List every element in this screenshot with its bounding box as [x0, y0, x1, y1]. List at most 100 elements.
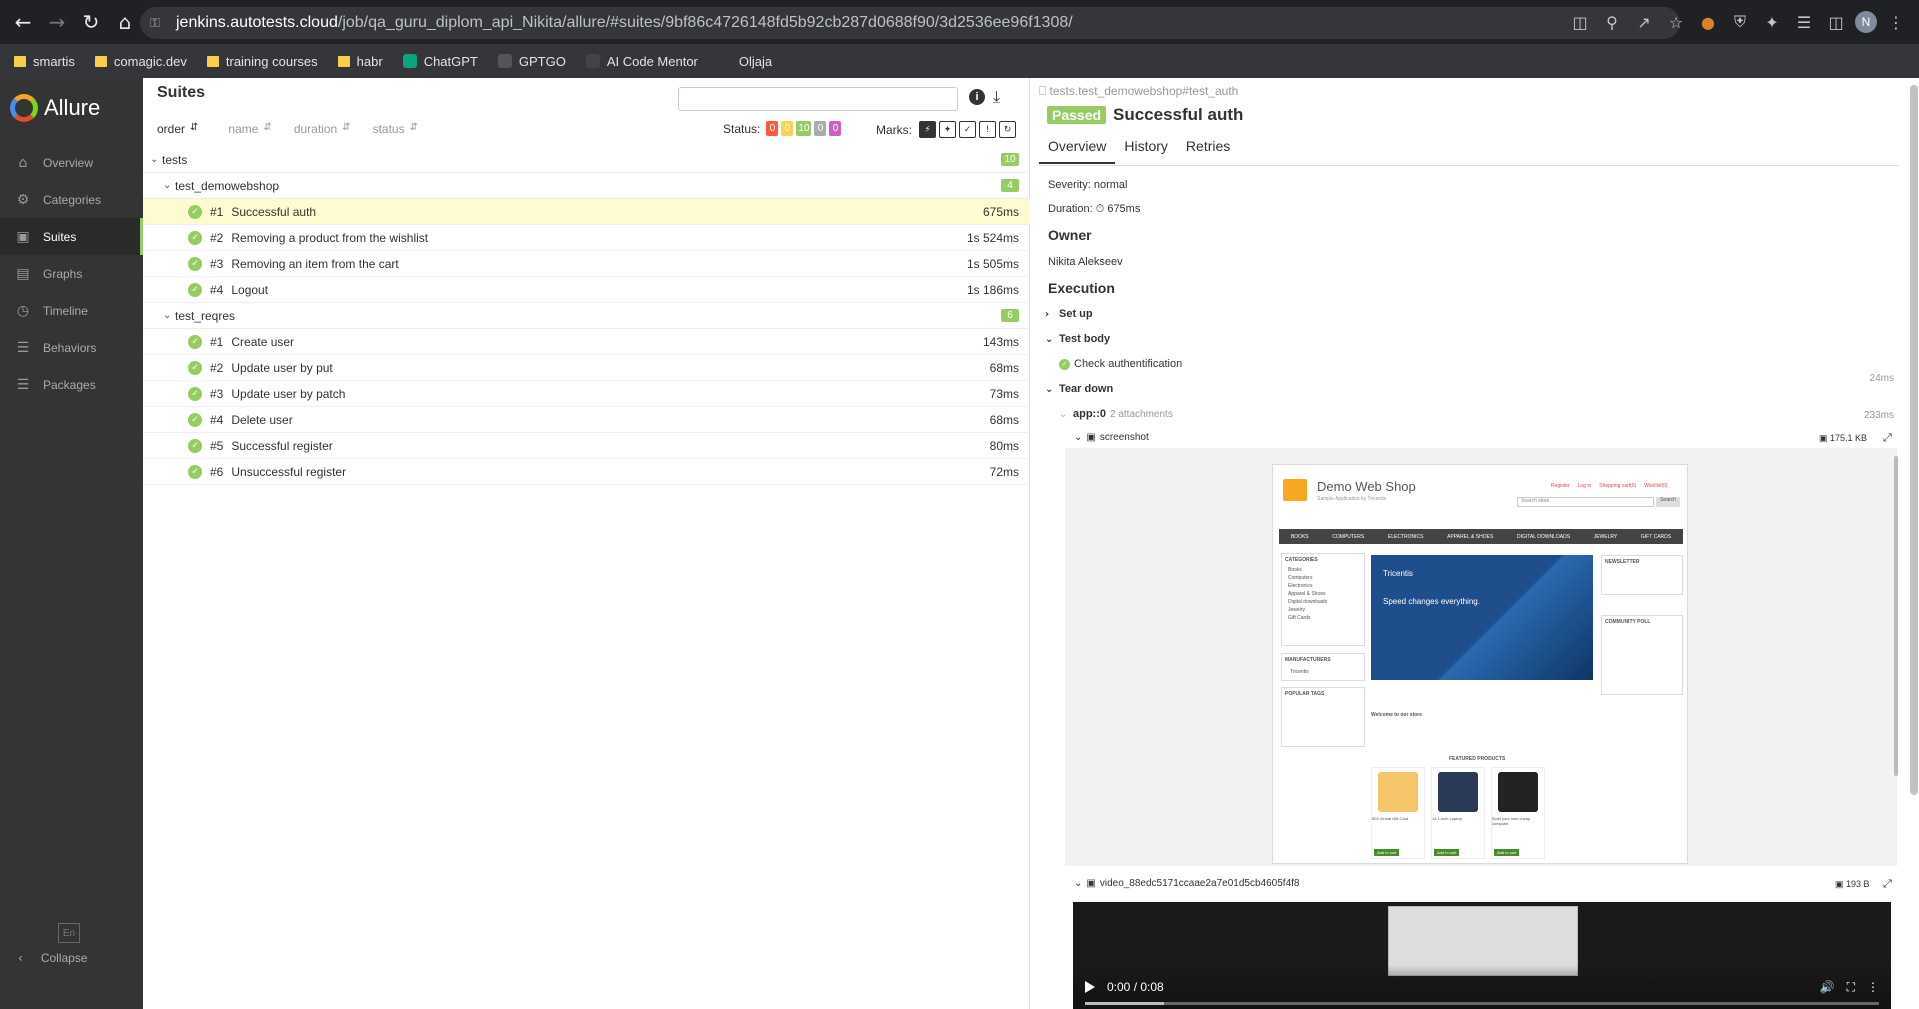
side-panel-icon[interactable]: ◫ — [1823, 8, 1849, 36]
test-row[interactable]: ✓ #3 Removing an item from the cart 1s 505m… — [143, 251, 1030, 277]
collapse-button[interactable]: ‹ Collapse — [18, 951, 88, 965]
new-passed-mark-icon[interactable]: ✓ — [959, 121, 976, 138]
cookie-extension-icon[interactable]: ● — [1695, 8, 1721, 36]
bookmark-star-icon[interactable]: ☆ — [1663, 8, 1689, 36]
video-player[interactable]: 0:00 / 0:08 🔊 ⛶ ⋮ — [1073, 902, 1891, 1009]
flaky-mark-icon[interactable]: ⚡ — [919, 121, 936, 138]
language-switch[interactable]: En — [58, 923, 80, 943]
test-row[interactable]: ✓ #3 Update user by patch 73ms — [143, 381, 1030, 407]
test-row[interactable]: ✓ #2 Removing a product from the wishlist 1… — [143, 225, 1030, 251]
breadcrumb[interactable]: ⎕ tests.test_demowebshop#test_auth — [1039, 84, 1238, 99]
retries-mark-icon[interactable]: ↻ — [999, 121, 1016, 138]
sort-status[interactable]: status ⇵ — [373, 122, 418, 136]
download-icon[interactable]: ⤓ — [993, 87, 1000, 107]
test-duration: 1s 186ms — [966, 282, 1019, 297]
sidebar-item-suites[interactable]: ▣ Suites — [0, 218, 143, 255]
shop-category: Books — [1288, 567, 1302, 573]
test-number: #2 — [210, 360, 224, 375]
bookmark-item[interactable]: Oljaja — [718, 54, 772, 69]
allure-logo[interactable]: Allure — [0, 78, 143, 138]
sort-order[interactable]: order ⇵ — [157, 122, 198, 136]
test-body-step[interactable]: ⌄ Test body — [1045, 333, 1110, 345]
profile-avatar[interactable]: N — [1855, 11, 1877, 33]
shop-category: Gift Cards — [1288, 615, 1311, 621]
folder-icon — [94, 55, 107, 67]
status-count-badge[interactable]: 0 — [829, 121, 842, 136]
sidebar-item-behaviors[interactable]: ☰ Behaviors — [0, 329, 143, 366]
volume-icon[interactable]: 🔊 — [1820, 980, 1835, 994]
reading-list-icon[interactable]: ☰ — [1791, 8, 1817, 36]
video-attachment[interactable]: ⌄ ▣ video_88edc5171ccaae2a7e01d5cb4605f4… — [1074, 878, 1299, 889]
info-icon[interactable]: i — [969, 89, 985, 105]
tab-retries[interactable]: Retries — [1177, 132, 1239, 164]
test-row[interactable]: ✓ #6 Unsuccessful register 72ms — [143, 459, 1030, 485]
scrollbar[interactable] — [1894, 456, 1898, 776]
app-step[interactable]: ⌄ app::0 2 attachments — [1059, 408, 1173, 420]
expand-icon[interactable]: ⤢ — [1883, 878, 1892, 891]
sidebar-item-categories[interactable]: ⚙ Categories — [0, 181, 143, 218]
sidebar-item-overview[interactable]: ⌂ Overview — [0, 144, 143, 181]
bookmark-item[interactable]: smartis — [14, 54, 75, 69]
home-icon[interactable]: ⌂ — [108, 5, 142, 39]
suite-group[interactable]: ⌄ test_demowebshop 4 — [143, 173, 1030, 199]
test-row[interactable]: ✓ #4 Logout 1s 186ms — [143, 277, 1030, 303]
tab-overview[interactable]: Overview — [1039, 132, 1116, 164]
sidebar-item-packages[interactable]: ☰ Packages — [0, 366, 143, 403]
sidebar-item-graphs[interactable]: ▤ Graphs — [0, 255, 143, 292]
zoom-icon[interactable]: ⚲ — [1599, 8, 1625, 36]
suite-group[interactable]: ⌄ test_reqres 6 — [143, 303, 1030, 329]
page-scrollbar[interactable] — [1910, 85, 1918, 795]
brand-name: Allure — [44, 95, 101, 120]
screenshot-attachment[interactable]: ⌄ ▣ screenshot — [1074, 432, 1149, 443]
sidebar-item-timeline[interactable]: ◷ Timeline — [0, 292, 143, 329]
check-auth-step[interactable]: ✓ Check authentification — [1059, 358, 1182, 370]
bookmark-item[interactable]: ChatGPT — [402, 54, 478, 69]
test-row[interactable]: ✓ #1 Successful auth 675ms — [143, 199, 1030, 225]
video-progress[interactable] — [1085, 1002, 1879, 1005]
bookmark-item[interactable]: habr — [337, 54, 383, 69]
reload-icon[interactable]: ↻ — [74, 5, 108, 39]
copy-icon[interactable]: ⎕ — [1039, 84, 1046, 98]
shop-banner-brand: Tricentis — [1383, 569, 1413, 578]
extensions-puzzle-icon[interactable]: ✦ — [1759, 8, 1785, 36]
tab-history[interactable]: History — [1115, 132, 1177, 164]
screenshot-preview[interactable]: Demo Web Shop Sample Application by Tric… — [1065, 448, 1897, 866]
bookmark-item[interactable]: AI Code Mentor — [585, 54, 698, 69]
search-input[interactable] — [678, 87, 958, 111]
passed-icon: ✓ — [188, 282, 202, 297]
bookmark-item[interactable]: GPTGO — [497, 53, 566, 69]
bookmark-item[interactable]: comagic.dev — [94, 54, 187, 69]
status-count-badge[interactable]: 0 — [814, 121, 827, 136]
address-bar[interactable]: ⚿ jenkins.autotests.cloud /job/qa_guru_d… — [140, 7, 1680, 39]
bookmark-label: GPTGO — [518, 53, 566, 69]
menu-kebab-icon[interactable]: ⋮ — [1883, 8, 1909, 36]
test-row[interactable]: ✓ #5 Successful register 80ms — [143, 433, 1030, 459]
test-row[interactable]: ✓ #1 Create user 143ms — [143, 329, 1030, 355]
play-icon[interactable] — [1085, 981, 1095, 993]
translate-icon[interactable]: ◫ — [1567, 8, 1593, 36]
share-icon[interactable]: ↗ — [1631, 8, 1657, 36]
shield-extension-icon[interactable]: ⛨ — [1727, 8, 1753, 36]
teardown-step[interactable]: ⌄ Tear down — [1045, 383, 1113, 395]
forward-icon[interactable]: → — [40, 5, 74, 39]
bookmark-item[interactable]: training courses — [206, 54, 318, 69]
sort-name[interactable]: name ⇵ — [228, 122, 271, 136]
back-icon[interactable]: ← — [6, 5, 40, 39]
new-broken-mark-icon[interactable]: ! — [979, 121, 996, 138]
chevron-down-icon: ⌄ — [1074, 878, 1083, 889]
test-row[interactable]: ✓ #2 Update user by put 68ms — [143, 355, 1030, 381]
test-row[interactable]: ✓ #4 Delete user 68ms — [143, 407, 1030, 433]
home-icon: ⌂ — [18, 154, 28, 171]
owner-heading: Owner — [1048, 227, 1092, 243]
sort-duration[interactable]: duration ⇵ — [294, 122, 351, 136]
status-count-badge[interactable]: 10 — [796, 121, 812, 136]
setup-step[interactable]: › Set up — [1045, 308, 1093, 320]
video-menu-icon[interactable]: ⋮ — [1867, 980, 1879, 994]
tree-root[interactable]: ⌄ tests 10 — [143, 147, 1030, 173]
product-image — [1498, 772, 1538, 812]
status-count-badge[interactable]: 0 — [781, 121, 794, 136]
fullscreen-icon[interactable]: ⛶ — [1847, 980, 1855, 995]
expand-icon[interactable]: ⤢ — [1883, 432, 1892, 445]
status-count-badge[interactable]: 0 — [766, 121, 779, 136]
new-failed-mark-icon[interactable]: ✦ — [939, 121, 956, 138]
